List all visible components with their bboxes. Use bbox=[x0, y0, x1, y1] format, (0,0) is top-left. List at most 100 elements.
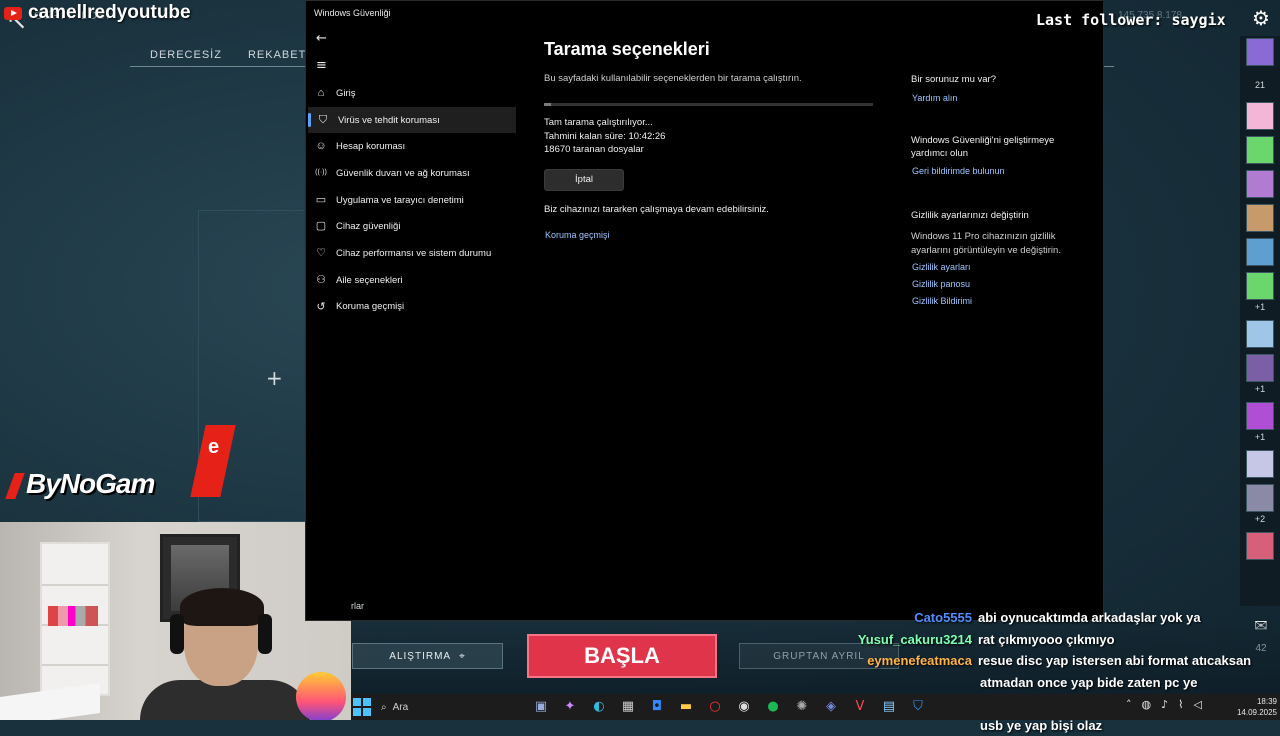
sidebar-item-0[interactable]: ⌂Giriş bbox=[306, 80, 516, 107]
game-tab-unrated[interactable]: DERECESİZ bbox=[150, 49, 222, 61]
privacy-settings-link[interactable]: Gizlilik ayarları bbox=[912, 262, 1086, 272]
start-button[interactable]: BAŞLA bbox=[527, 634, 717, 678]
volume-icon[interactable]: ◁ bbox=[1194, 698, 1202, 711]
friend-avatar[interactable] bbox=[1246, 170, 1274, 198]
sidebar-item-7[interactable]: ⚇Aile seçenekleri bbox=[306, 267, 516, 294]
windows-start-icon[interactable] bbox=[353, 698, 371, 716]
friend-avatar[interactable] bbox=[1246, 204, 1274, 232]
sidebar-item-label: Cihaz performansı ve sistem durumu bbox=[336, 248, 491, 259]
sidebar-nav: ⌂Giriş⛉Virüs ve tehdit koruması☺Hesap ko… bbox=[306, 80, 516, 320]
shield-icon: ⛉ bbox=[316, 113, 330, 127]
crosshair-target-icon: ⌖ bbox=[459, 651, 466, 662]
webcam-books bbox=[48, 606, 98, 626]
friend-count: 21 bbox=[1240, 80, 1280, 90]
webcam-person-hair bbox=[180, 588, 264, 626]
friend-avatar[interactable] bbox=[1246, 102, 1274, 130]
outlook-icon[interactable]: ◘ bbox=[647, 697, 667, 717]
protection-history-link[interactable]: Koruma geçmişi bbox=[545, 230, 884, 240]
headset-left-icon bbox=[170, 614, 184, 654]
edge-icon[interactable]: ◐ bbox=[589, 697, 609, 717]
gear-icon[interactable]: ⚙ bbox=[1252, 6, 1270, 30]
taskbar-apps: ▣ ✦ ◐ ▦ ◘ ▬ ○ ◉ ● ✺ ◈ V ▤ ⛉ bbox=[531, 697, 928, 717]
search-icon: ⌕ bbox=[381, 702, 387, 713]
friend-avatar[interactable] bbox=[1246, 484, 1274, 512]
hamburger-icon: ≡ bbox=[316, 58, 327, 73]
sidebar-item-3[interactable]: ((·))Güvenlik duvarı ve ağ koruması bbox=[306, 160, 516, 187]
chat-text: rat çıkmıyooo çıkmıyo bbox=[978, 629, 1115, 651]
store-icon[interactable]: ▦ bbox=[618, 697, 638, 717]
chat-message: Cato5555abi oynucaktımda arkadaşlar yok … bbox=[852, 607, 1262, 629]
get-help-link[interactable]: Yardım alın bbox=[912, 93, 1086, 103]
scan-status-running: Tam tarama çalıştırılıyor... bbox=[544, 116, 884, 130]
sidebar-item-6[interactable]: ♡ Cihaz performansı ve sistem durumu bbox=[306, 240, 516, 267]
family-icon: ⚇ bbox=[314, 273, 328, 287]
sidebar-item-8[interactable]: ↺Koruma geçmişi bbox=[306, 294, 516, 321]
sidebar-item-2[interactable]: ☺Hesap koruması bbox=[306, 133, 516, 160]
microphone-icon[interactable]: ♪ bbox=[1161, 698, 1168, 711]
taskbar-search[interactable]: ⌕ Ara bbox=[381, 697, 521, 717]
tray-app-icon[interactable]: ◍ bbox=[1142, 698, 1152, 711]
youtube-channel-badge: camellredyoutube bbox=[4, 2, 191, 24]
friend-avatar[interactable] bbox=[1246, 238, 1274, 266]
sidebar-item-label: Hesap koruması bbox=[336, 141, 405, 152]
privacy-dashboard-link[interactable]: Gizlilik panosu bbox=[912, 279, 1086, 289]
practice-label: ALIŞTIRMA bbox=[389, 651, 451, 662]
windows-security-window: Windows Güvenliği ← ≡ ⌂Giriş⛉Virüs ve te… bbox=[305, 0, 1104, 621]
friend-list: 21+1+1+1+2 bbox=[1240, 36, 1280, 606]
sidebar-item-1[interactable]: ⛉Virüs ve tehdit koruması bbox=[308, 107, 516, 134]
scan-progress-bar bbox=[544, 103, 873, 106]
youtube-logo-icon bbox=[4, 7, 22, 20]
scan-note: Biz cihazınızı tararken çalışmaya devam … bbox=[544, 204, 884, 215]
valorant-icon[interactable]: V bbox=[850, 697, 870, 717]
scan-progress-fill bbox=[544, 103, 551, 106]
page-subtitle: Bu sayfadaki kullanılabilir seçeneklerde… bbox=[544, 73, 884, 84]
spotify-icon[interactable]: ● bbox=[763, 697, 783, 717]
friend-avatar[interactable] bbox=[1246, 136, 1274, 164]
copilot-icon[interactable]: ✦ bbox=[560, 697, 580, 717]
sidebar-item-label: Giriş bbox=[336, 88, 356, 99]
opera-icon[interactable]: ○ bbox=[705, 697, 725, 717]
channel-name: camellredyoutube bbox=[28, 2, 191, 24]
sidebar-item-4[interactable]: ▭Uygulama ve tarayıcı denetimi bbox=[306, 187, 516, 214]
webcam-sunset-lamp bbox=[296, 672, 346, 720]
cancel-scan-button[interactable]: İptal bbox=[544, 169, 624, 191]
folder-icon[interactable]: ▬ bbox=[676, 697, 696, 717]
sidebar-item-label: Koruma geçmişi bbox=[336, 301, 404, 312]
friend-avatar[interactable] bbox=[1246, 450, 1274, 478]
wifi-icon[interactable]: ⌇ bbox=[1178, 698, 1183, 711]
game-bar-label: rlar bbox=[351, 601, 364, 611]
scan-options-panel: Tarama seçenekleri Bu sayfadaki kullanıl… bbox=[544, 39, 884, 240]
chat-username: Cato5555 bbox=[852, 607, 972, 629]
windows-taskbar: ⌕ Ara ▣ ✦ ◐ ▦ ◘ ▬ ○ ◉ ● ✺ ◈ V ▤ ⛉ ˄ ◍ ♪ … bbox=[351, 694, 1280, 720]
steam-icon[interactable]: ◉ bbox=[734, 697, 754, 717]
task-view-icon[interactable]: ▣ bbox=[531, 697, 551, 717]
discord-icon[interactable]: ◈ bbox=[821, 697, 841, 717]
crosshair-icon: + bbox=[266, 366, 283, 390]
privacy-text: Windows 11 Pro cihazınızın gizlilik ayar… bbox=[911, 230, 1086, 257]
heart-icon: ♡ bbox=[314, 246, 328, 260]
friend-avatar[interactable] bbox=[1246, 320, 1274, 348]
feedback-link[interactable]: Geri bildirimde bulunun bbox=[912, 166, 1086, 176]
sidebar-item-5[interactable]: ▢Cihaz güvenliği bbox=[306, 213, 516, 240]
system-tray: ˄ ◍ ♪ ⌇ ◁ bbox=[1126, 698, 1202, 711]
friend-avatar[interactable] bbox=[1246, 532, 1274, 560]
party-size-badge: +1 bbox=[1240, 432, 1280, 442]
side-panel: Bir sorunuz mu var? Yardım alın Windows … bbox=[911, 73, 1086, 306]
friend-avatar[interactable] bbox=[1246, 38, 1274, 66]
practice-button[interactable]: ALIŞTIRMA ⌖ bbox=[352, 643, 503, 669]
taskbar-clock[interactable]: 18:39 14.09.2025 bbox=[1223, 696, 1277, 718]
settings-app-icon[interactable]: ✺ bbox=[792, 697, 812, 717]
taskbar-search-label: Ara bbox=[393, 702, 409, 713]
friend-avatar[interactable] bbox=[1246, 402, 1274, 430]
laptop-icon: ▢ bbox=[314, 219, 328, 233]
friend-avatar[interactable] bbox=[1246, 354, 1274, 382]
chat-text: resue disc yap istersen abi format atıca… bbox=[978, 650, 1251, 672]
hamburger-menu-button[interactable]: ≡ bbox=[316, 58, 327, 73]
friend-avatar[interactable] bbox=[1246, 272, 1274, 300]
back-button[interactable]: ← bbox=[316, 31, 327, 46]
notepad-icon[interactable]: ▤ bbox=[879, 697, 899, 717]
chevron-up-icon[interactable]: ˄ bbox=[1126, 698, 1132, 711]
windows-security-icon[interactable]: ⛉ bbox=[908, 697, 928, 717]
sidebar-item-label: Güvenlik duvarı ve ağ koruması bbox=[336, 168, 470, 179]
privacy-statement-link[interactable]: Gizlilik Bildirimi bbox=[912, 296, 1086, 306]
